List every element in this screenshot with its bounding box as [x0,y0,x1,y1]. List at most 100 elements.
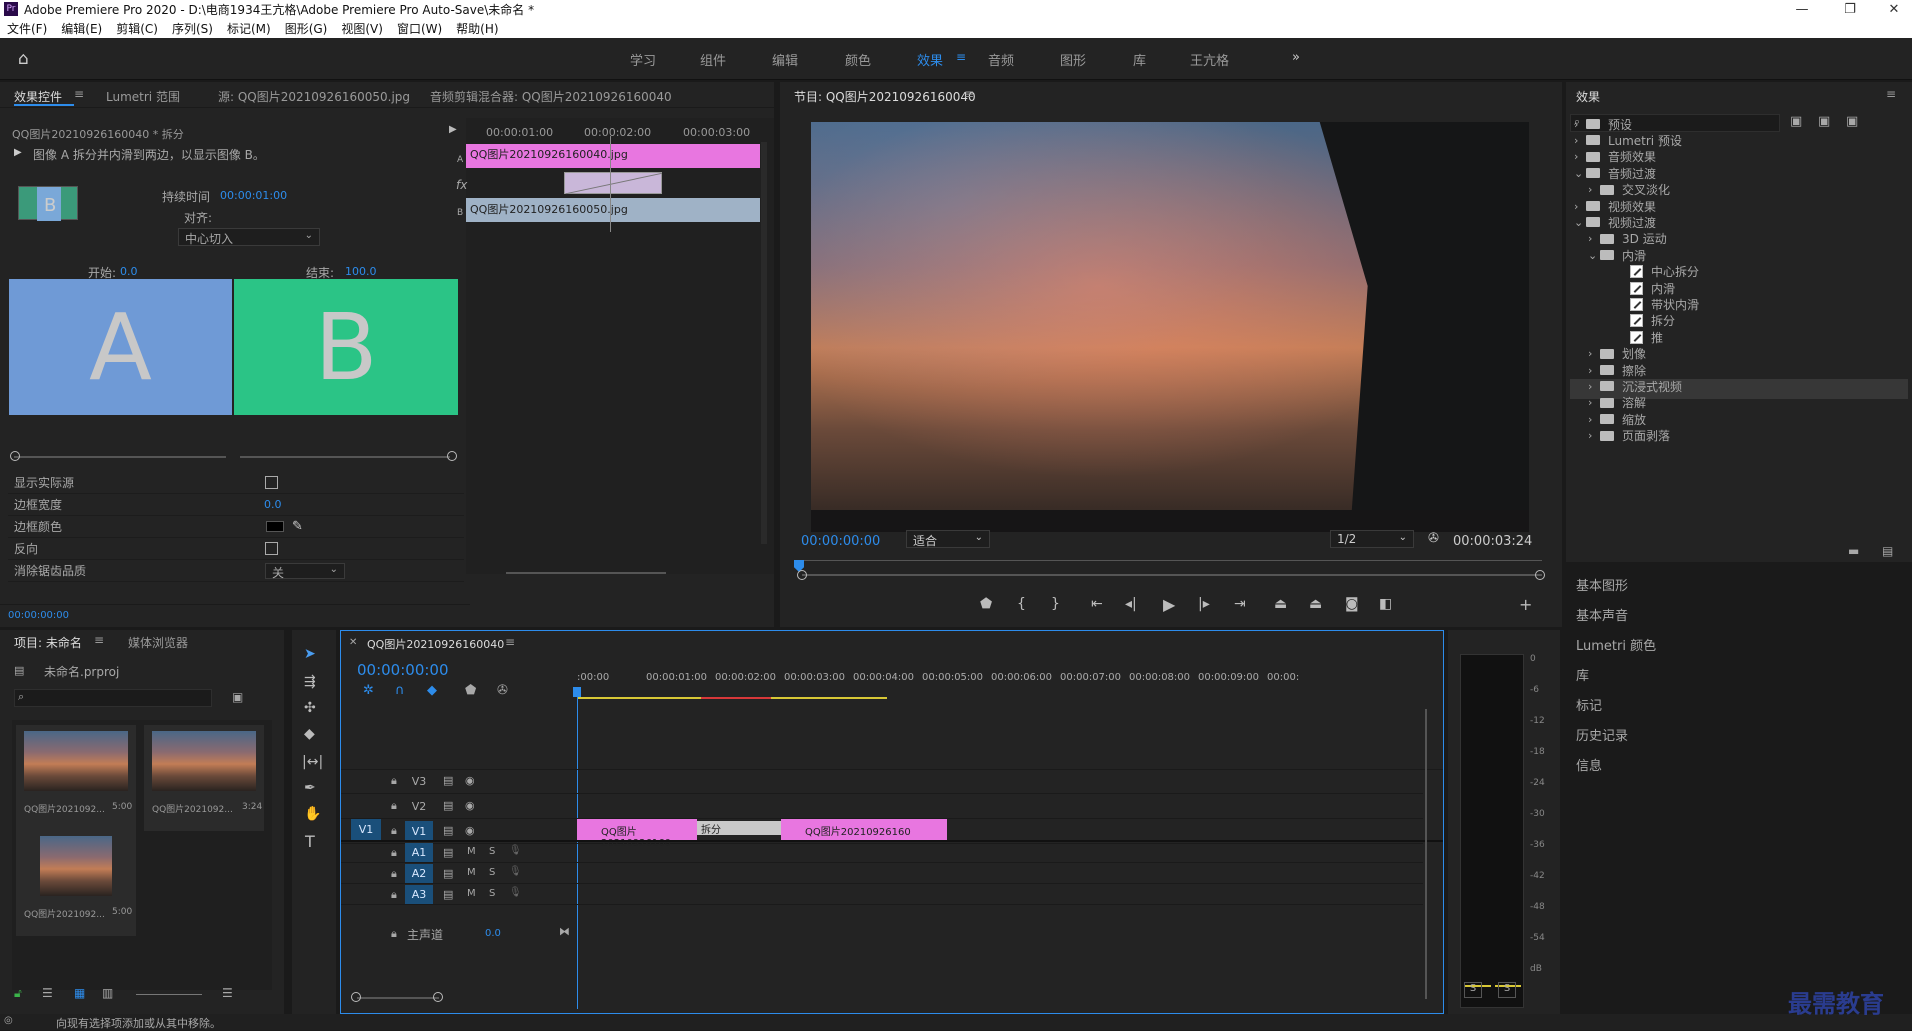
go-to-end-icon[interactable]: ⧓ [559,925,570,938]
program-timecode[interactable]: 00:00:00:00 [801,534,880,549]
hand-tool-icon[interactable]: ✋ [304,806,321,822]
step-back-icon[interactable]: ◂| [1125,596,1137,612]
expand-arrow-icon[interactable]: ▶ [449,124,457,135]
workspace-graphics[interactable]: 图形 [1060,50,1086,69]
mini-transition[interactable] [564,172,663,195]
effect-tree-item[interactable]: › 划像 [1588,346,1646,362]
sync-lock-icon[interactable]: ▤ [443,867,453,880]
find-icon[interactable]: ▣ [232,690,243,704]
effect-tree-item[interactable]: › Lumetri 预设 [1574,132,1682,148]
mute-button[interactable]: M [467,867,476,878]
effect-tree-item[interactable]: ⌄ 内滑 [1588,247,1646,263]
workspace-learn[interactable]: 学习 [630,50,656,69]
panel-history[interactable]: 历史记录 [1566,716,1912,746]
show-source-checkbox[interactable] [265,476,278,489]
chevron-right-icon[interactable]: › [1588,347,1600,360]
timeline-zoom-bar[interactable] [357,997,439,999]
border-width-value[interactable]: 0.0 [264,498,282,511]
mini-clip-b[interactable]: QQ图片20210926160050.jpg [466,198,760,222]
tab-audio-mixer[interactable]: 音频剪辑混合器: QQ图片20210926160040 [430,88,672,105]
workspace-more-button[interactable]: » [1292,50,1300,65]
panel-essential-sound[interactable]: 基本声音 [1566,596,1912,626]
menu-file[interactable]: 文件(F) [0,20,54,37]
mark-in-icon[interactable]: { [1017,596,1026,612]
duration-value[interactable]: 00:00:01:00 [220,189,287,202]
effect-tree-item[interactable]: › 溶解 [1588,395,1646,411]
ripple-edit-tool-icon[interactable]: ✣ [304,700,316,716]
end-value[interactable]: 100.0 [345,265,377,278]
sort-icon[interactable]: ☰ [222,986,233,1000]
maximize-button[interactable]: ❐ [1830,0,1870,18]
effect-tree-item[interactable]: › 3D 运动 [1588,231,1667,247]
track-lock-icon[interactable]: 🔒︎ [391,824,397,838]
menu-sequence[interactable]: 序列(S) [165,20,220,37]
zoom-handle-left[interactable] [351,992,361,1002]
timeline-timecode[interactable]: 00:00:00:00 [357,661,449,679]
fit-dropdown[interactable]: 适合 ⌄ [906,530,990,548]
effect-tree-item[interactable]: ⌄ 视频过渡 [1574,214,1656,230]
mini-clip-a[interactable]: QQ图片20210926160040.jpg [466,144,760,168]
workspace-audio[interactable]: 音频 [988,50,1014,69]
effect-tree-item[interactable]: › 音频效果 [1574,149,1656,165]
effect-tree-item[interactable]: 带状内滑 [1602,296,1699,312]
type-tool-icon[interactable]: T [305,832,315,851]
start-value[interactable]: 0.0 [120,265,138,278]
mute-button[interactable]: M [467,888,476,899]
pen-tool-icon[interactable]: ✒ [304,780,316,796]
menu-edit[interactable]: 编辑(E) [54,20,109,37]
chevron-right-icon[interactable]: › [1574,150,1586,163]
reverse-checkbox[interactable] [265,542,278,555]
chevron-down-icon[interactable]: ⌄ [1588,249,1600,262]
track-lock-icon[interactable]: 🔒︎ [391,774,397,788]
workspace-effects[interactable]: 效果 [917,50,943,69]
home-icon[interactable]: ⌂ [18,49,38,69]
mini-scrollbar[interactable] [761,142,767,544]
solo-right-button[interactable]: S [1498,982,1516,998]
program-zoom-bar[interactable] [802,574,1542,576]
accelerated-effects-icon[interactable]: ▣ [1790,114,1802,129]
lock-icon[interactable]: 🔓︎ [14,986,22,1001]
chevron-down-icon[interactable]: ⌄ [1574,167,1586,180]
zoom-handle-left[interactable] [797,570,807,580]
timeline-menu-icon[interactable]: ≡ [505,635,515,649]
new-bin-icon[interactable]: ▬ [1848,544,1859,558]
close-button[interactable]: ✕ [1874,0,1912,18]
antialias-dropdown[interactable]: 关 ⌄ [265,562,345,580]
effect-tree-item[interactable]: › 擦除 [1588,362,1646,378]
slip-tool-icon[interactable]: |↔| [302,754,323,770]
minimize-button[interactable]: — [1782,0,1822,18]
project-item[interactable]: QQ图片2021092... 3:24 [144,725,264,831]
track-target-a3[interactable]: A3 [405,885,433,904]
menu-window[interactable]: 窗口(W) [390,20,449,37]
effect-tree-item[interactable]: 拆分 [1602,313,1675,329]
workspace-editing[interactable]: 编辑 [772,50,798,69]
effect-controls-timecode[interactable]: 00:00:00:00 [8,610,69,621]
timeline-transition[interactable]: 拆分 [697,821,781,836]
chevron-right-icon[interactable]: › [1588,413,1600,426]
chevron-right-icon[interactable]: › [1588,232,1600,245]
sync-lock-icon[interactable]: ▤ [443,888,453,901]
playhead-handle[interactable] [573,687,581,697]
effect-tree-item[interactable]: 中心拆分 [1602,264,1699,280]
panel-info[interactable]: 信息 [1566,746,1912,1014]
delete-icon[interactable]: ▤ [1882,544,1893,558]
resolution-dropdown[interactable]: 1/2 ⌄ [1330,530,1414,548]
source-v1-patch[interactable]: V1 [351,819,381,840]
project-item[interactable]: QQ图片2021092... 5:00 [16,830,136,936]
track-select-tool-icon[interactable]: ⇶ [304,674,316,690]
workspace-custom[interactable]: 王亢格 [1190,50,1229,69]
eye-icon[interactable]: ◉ [465,774,475,787]
track-target-v2[interactable]: V2 [405,796,433,817]
thumb-size-slider[interactable] [136,994,202,995]
close-tab-icon[interactable]: ✕ [349,637,357,648]
play-transition-icon[interactable]: ▶ [14,147,22,158]
mute-button[interactable]: M [467,846,476,857]
menu-marker[interactable]: 标记(M) [220,20,278,37]
mini-zoom-bar[interactable] [506,572,666,574]
add-marker-icon[interactable]: ◆ [427,683,437,698]
solo-button[interactable]: S [489,888,495,899]
track-lock-icon[interactable]: 🔒︎ [391,867,397,881]
workspace-assembly[interactable]: 组件 [700,50,726,69]
track-lock-icon[interactable]: 🔒︎ [391,799,397,813]
step-forward-icon[interactable]: |▸ [1198,596,1210,612]
